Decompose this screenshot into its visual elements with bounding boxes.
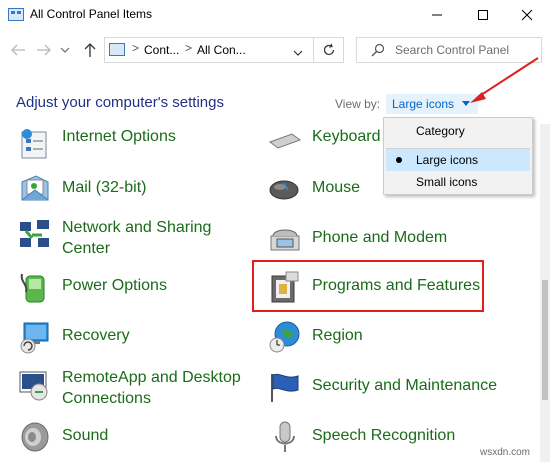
menu-item-category[interactable]: Category [386, 120, 530, 142]
control-panel-icon [109, 43, 125, 56]
title-bar: All Control Panel Items [0, 0, 550, 30]
item-label: Network and Sharing [62, 219, 212, 236]
item-label-line2: Connections [62, 390, 151, 407]
maximize-icon [478, 10, 488, 20]
breadcrumb-separator: > [185, 41, 193, 55]
back-button[interactable] [8, 40, 28, 60]
search-input[interactable] [395, 41, 535, 59]
address-dropdown-button[interactable] [293, 44, 303, 62]
region-globe-icon [269, 321, 300, 353]
view-by-value: Large icons [392, 97, 455, 111]
close-icon [521, 9, 533, 21]
up-arrow-icon [84, 43, 96, 57]
speaker-icon [21, 422, 49, 452]
forward-arrow-icon [37, 44, 51, 56]
highlight-box [252, 260, 484, 312]
menu-item-large-icons[interactable]: Large icons [386, 149, 530, 171]
minimize-icon [432, 14, 442, 16]
item-label: Phone and Modem [312, 229, 448, 246]
remoteapp-icon [19, 371, 48, 401]
maximize-button[interactable] [460, 0, 506, 30]
item-label: Sound [62, 427, 109, 444]
item-label: Recovery [62, 327, 130, 344]
watermark: wsxdn.com [480, 447, 531, 458]
microphone-icon [275, 421, 295, 452]
mail-icon [21, 175, 49, 201]
mouse-icon [269, 180, 299, 200]
control-panel-icon [8, 8, 24, 21]
item-label: Mail (32-bit) [62, 179, 147, 196]
item-label: Security and Maintenance [312, 377, 497, 394]
breadcrumb-all-items[interactable]: All Con... [197, 43, 246, 57]
recovery-icon [20, 322, 49, 354]
page-title: Adjust your computer's settings [16, 94, 224, 111]
breadcrumb-separator: > [132, 41, 140, 55]
network-icon [20, 220, 49, 247]
item-label: RemoteApp and Desktop [62, 369, 241, 386]
view-by-dropdown[interactable]: Large icons [386, 94, 478, 114]
item-label: Region [312, 327, 363, 344]
back-arrow-icon [11, 44, 25, 56]
recent-locations-button[interactable] [58, 40, 72, 60]
minimize-button[interactable] [414, 0, 460, 30]
phone-modem-icon [270, 229, 300, 251]
internet-options-icon [21, 129, 47, 159]
address-bar[interactable]: > Cont... > All Con... [104, 37, 344, 63]
forward-button[interactable] [34, 40, 54, 60]
up-button[interactable] [80, 40, 100, 60]
item-label: Speech Recognition [312, 427, 456, 444]
view-by-menu: Category Large icons Small icons [383, 117, 533, 195]
scrollbar-thumb[interactable] [542, 280, 548, 400]
breadcrumb-control-panel[interactable]: Cont... [144, 43, 179, 57]
menu-item-label: Large icons [416, 153, 479, 167]
menu-item-small-icons[interactable]: Small icons [386, 171, 530, 193]
item-label-line2: Center [62, 240, 111, 257]
chevron-down-icon [293, 50, 303, 56]
window-title: All Control Panel Items [30, 7, 153, 21]
navigation-bar: > Cont... > All Con... [0, 30, 550, 70]
refresh-icon [323, 43, 334, 56]
keyboard-icon [268, 133, 302, 149]
menu-item-label: Small icons [416, 175, 478, 189]
flag-icon [271, 373, 299, 402]
search-icon [371, 43, 385, 62]
caret-down-icon [462, 101, 470, 106]
menu-item-label: Category [416, 124, 465, 138]
refresh-button[interactable] [313, 38, 343, 62]
search-box[interactable] [356, 37, 542, 63]
power-options-icon [20, 273, 45, 303]
item-label: Power Options [62, 277, 167, 294]
chevron-down-icon [60, 47, 70, 53]
view-by-label: View by: [335, 97, 381, 111]
close-button[interactable] [504, 0, 550, 30]
item-label: Internet Options [62, 128, 176, 145]
selected-bullet-icon [396, 157, 402, 163]
